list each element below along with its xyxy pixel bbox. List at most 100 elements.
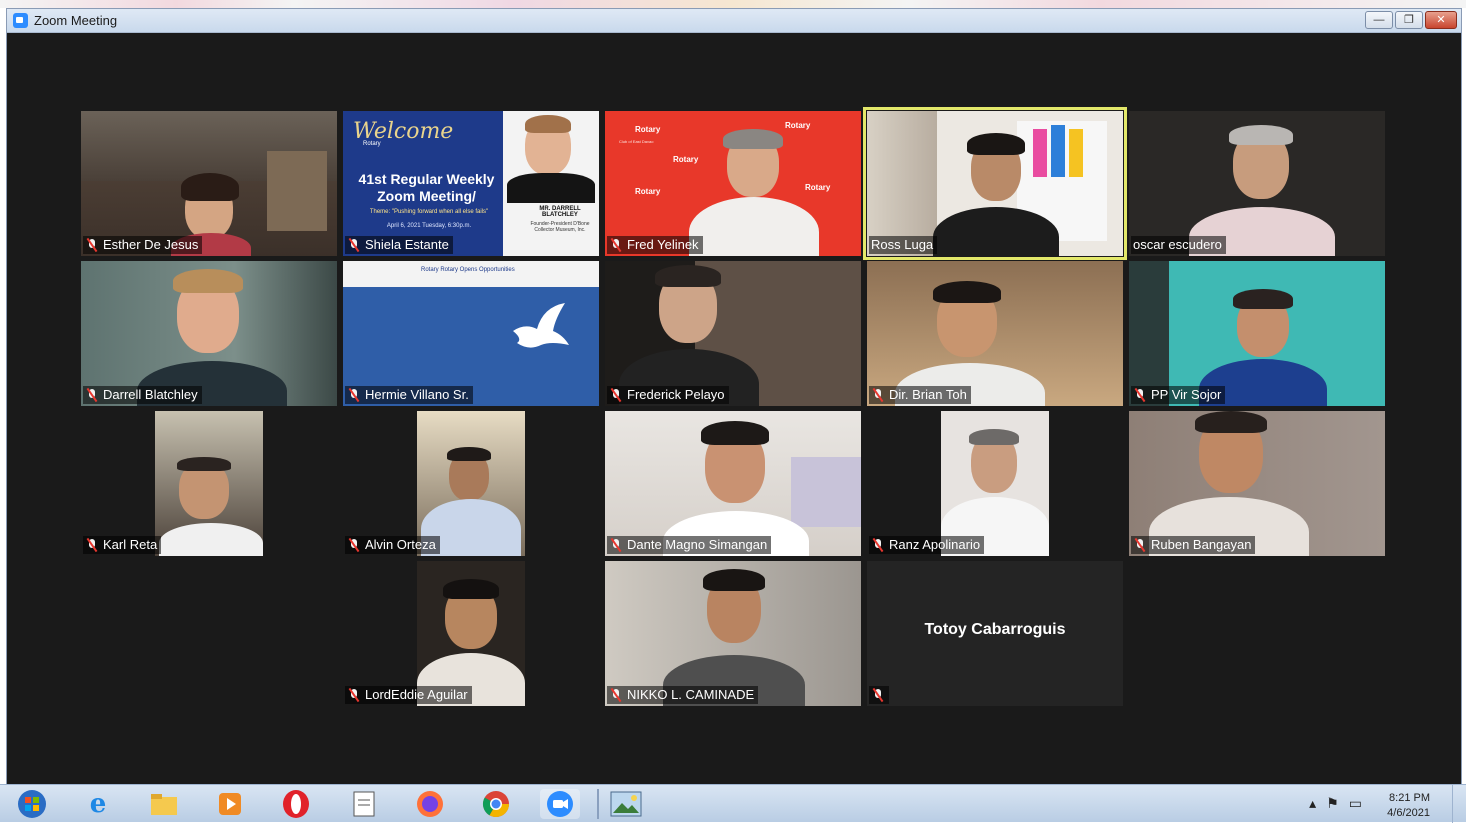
photo-viewer-icon[interactable] — [606, 789, 646, 819]
speaker-photo — [503, 111, 599, 256]
participant-tile[interactable]: Darrell Blatchley — [81, 261, 337, 406]
participant-tile[interactable]: Dante Magno Simangan — [605, 411, 861, 556]
video-feed — [605, 261, 861, 406]
participant-name-label: Hermie Villano Sr. — [345, 386, 473, 404]
participant-name: Ross Luga — [871, 237, 934, 252]
participant-name: Ruben Bangayan — [1151, 537, 1252, 552]
participant-tile[interactable]: Welcome Rotary 41st Regular Weekly Zoom … — [343, 111, 599, 256]
participant-name: Hermie Villano Sr. — [365, 387, 469, 402]
clock[interactable]: 8:21 PM 4/6/2021 — [1387, 791, 1430, 821]
chrome-icon[interactable] — [476, 789, 516, 819]
participant-name: NIKKO L. CAMINADE — [627, 687, 755, 702]
rotary-logo-text: Rotary — [635, 187, 661, 196]
gallery-view: Esther De Jesus Welcome Rotary 41st Regu… — [7, 33, 1461, 784]
speaker-description: Founder-President D'Bone Collector Museu… — [530, 221, 590, 233]
notepad-icon[interactable] — [344, 789, 384, 819]
show-desktop-button[interactable] — [1452, 785, 1466, 823]
file-explorer-icon[interactable] — [144, 789, 184, 819]
show-hidden-icons-icon[interactable]: ▴ — [1309, 795, 1316, 812]
restore-button[interactable]: ❐ — [1395, 11, 1423, 29]
participant-tile[interactable]: Frederick Pelayo — [605, 261, 861, 406]
participant-tile[interactable]: Ruben Bangayan — [1129, 411, 1385, 556]
rotary-logo-text: Rotary — [805, 183, 831, 192]
participant-tile[interactable]: Alvin Orteza — [343, 411, 599, 556]
participant-name-label: PP Vir Sojor — [1131, 386, 1226, 404]
media-player-icon[interactable] — [210, 789, 250, 819]
participant-tile[interactable]: Rotary Club of East Davao Rotary Rotary … — [605, 111, 861, 256]
video-feed — [605, 561, 861, 706]
video-feed — [417, 411, 525, 556]
participant-tile[interactable]: Rotary Rotary Opens Opportunities Hermie… — [343, 261, 599, 406]
participant-name-label: Dante Magno Simangan — [607, 536, 772, 554]
windows-start-icon[interactable] — [12, 789, 52, 819]
participant-name: Karl Reta — [103, 537, 158, 552]
muted-mic-icon — [347, 388, 361, 402]
minimize-button[interactable]: — — [1365, 11, 1393, 29]
participant-name: oscar escudero — [1133, 237, 1222, 252]
participant-tile-active-speaker[interactable]: Ross Luga — [863, 107, 1127, 260]
participant-name-label: Ruben Bangayan — [1131, 536, 1256, 554]
video-feed — [1129, 411, 1385, 556]
video-feed — [81, 111, 337, 256]
participant-tile[interactable]: Esther De Jesus — [81, 111, 337, 256]
participant-name-label: oscar escudero — [1131, 236, 1226, 254]
shared-dove-slide: Rotary Rotary Opens Opportunities — [343, 261, 599, 406]
clock-time: 8:21 PM — [1389, 792, 1430, 804]
muted-mic-icon — [609, 538, 623, 552]
muted-mic-icon — [871, 688, 885, 702]
window-controls: — ❐ ✕ — [1365, 11, 1457, 29]
meeting-date: April 6, 2021 Tuesday, 6:30p.m. — [386, 223, 472, 229]
video-feed — [867, 261, 1123, 406]
participant-tile[interactable]: Karl Reta — [81, 411, 337, 556]
participant-tile[interactable]: NIKKO L. CAMINADE — [605, 561, 861, 706]
rotary-subtitle: Club of East Davao — [619, 139, 654, 144]
muted-mic-icon — [347, 538, 361, 552]
muted-mic-icon — [871, 538, 885, 552]
participant-name-label — [869, 686, 889, 704]
participant-name: Alvin Orteza — [365, 537, 436, 552]
rotary-logo-text: Rotary — [635, 125, 661, 134]
participant-name: Shiela Estante — [365, 237, 449, 252]
muted-mic-icon — [609, 388, 623, 402]
participant-name: Esther De Jesus — [103, 237, 199, 252]
taskbar-separator — [597, 789, 599, 819]
participant-tile[interactable]: PP Vir Sojor — [1129, 261, 1385, 406]
rotary-virtual-background: Rotary Club of East Davao Rotary Rotary … — [605, 111, 861, 256]
video-feed — [867, 111, 1123, 256]
action-center-flag-icon[interactable]: ⚑ — [1326, 795, 1339, 812]
participant-tile[interactable]: Ranz Apolinario — [867, 411, 1123, 556]
participant-tile[interactable]: Dir. Brian Toh — [867, 261, 1123, 406]
internet-explorer-icon[interactable]: e — [78, 789, 118, 819]
shared-welcome-slide: Welcome Rotary 41st Regular Weekly Zoom … — [343, 111, 599, 256]
opera-icon[interactable] — [276, 789, 316, 819]
firefox-icon[interactable] — [410, 789, 450, 819]
meeting-theme: Theme: "Pushing forward when all else fa… — [369, 209, 489, 215]
participant-tile[interactable]: LordEddie Aguilar — [343, 561, 599, 706]
network-icon[interactable]: ▭ — [1349, 795, 1362, 812]
video-feed — [417, 561, 525, 706]
participant-tile[interactable]: oscar escudero — [1129, 111, 1385, 256]
participant-name-label: Fred Yelinek — [607, 236, 703, 254]
muted-mic-icon — [609, 688, 623, 702]
video-feed — [1129, 261, 1385, 406]
participant-name-label: Ranz Apolinario — [869, 536, 985, 554]
participant-name: Darrell Blatchley — [103, 387, 198, 402]
participant-display-name: Totoy Cabarroguis — [924, 621, 1066, 638]
participant-name-label: LordEddie Aguilar — [345, 686, 472, 704]
participant-name: Frederick Pelayo — [627, 387, 725, 402]
muted-mic-icon — [1133, 538, 1147, 552]
close-button[interactable]: ✕ — [1425, 11, 1457, 29]
rotary-logo-text: Rotary — [363, 141, 381, 147]
participant-tile-video-off[interactable]: Totoy Cabarroguis — [867, 561, 1123, 706]
participant-name-label: Frederick Pelayo — [607, 386, 729, 404]
video-feed — [155, 411, 263, 556]
muted-mic-icon — [85, 388, 99, 402]
muted-mic-icon — [347, 238, 361, 252]
participant-name: Fred Yelinek — [627, 237, 699, 252]
participant-name-label: NIKKO L. CAMINADE — [607, 686, 759, 704]
zoom-taskbar-icon[interactable] — [540, 789, 580, 819]
video-feed — [1129, 111, 1385, 256]
video-feed — [81, 261, 337, 406]
video-feed — [605, 411, 861, 556]
muted-mic-icon — [85, 238, 99, 252]
